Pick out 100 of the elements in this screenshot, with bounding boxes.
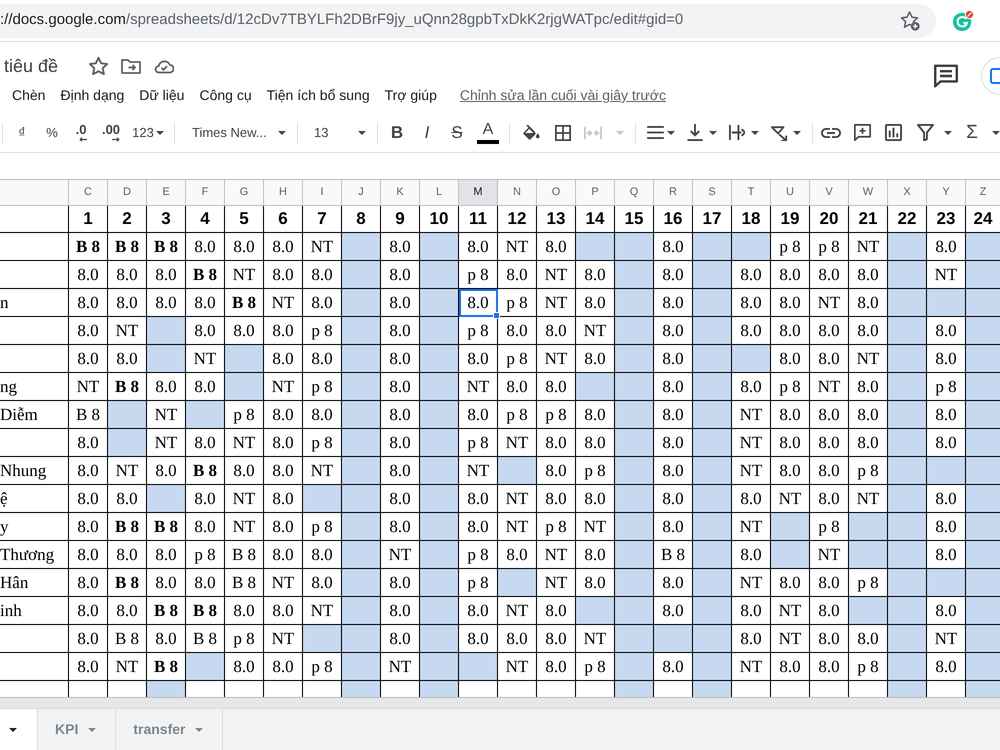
font-size-dropdown[interactable]: 13: [305, 118, 370, 146]
column-header[interactable]: Q: [615, 180, 654, 206]
column-header[interactable]: U: [771, 180, 810, 206]
menu-item[interactable]: Chèn: [12, 85, 46, 105]
table-cell: 8.0: [69, 653, 108, 681]
table-cell: 8.0: [186, 485, 225, 513]
bold-button[interactable]: B: [385, 118, 409, 146]
header-cell: 10: [420, 206, 459, 233]
star-icon[interactable]: [89, 56, 108, 76]
table-cell: p 8: [303, 429, 342, 457]
menu-item[interactable]: Trợ giúp: [384, 85, 437, 105]
functions-button[interactable]: Σ: [960, 122, 1000, 144]
column-header[interactable]: N: [498, 180, 537, 206]
shaded-cell: [576, 233, 615, 261]
shaded-cell: [693, 485, 732, 513]
column-header[interactable]: M: [459, 180, 498, 206]
column-header[interactable]: I: [303, 180, 342, 206]
table-cell: [0, 233, 69, 261]
table-cell: NT: [225, 485, 264, 513]
column-header[interactable]: C: [69, 180, 108, 206]
column-header[interactable]: J: [342, 180, 381, 206]
table-cell: 8.0: [225, 653, 264, 681]
table-cell: 8.0: [654, 345, 693, 373]
borders-icon[interactable]: [555, 124, 571, 140]
extension-icon[interactable]: [952, 10, 974, 32]
shaded-cell: [342, 261, 381, 289]
column-header[interactable]: P: [576, 180, 615, 206]
shaded-cell: [420, 653, 459, 681]
column-header[interactable]: R: [654, 180, 693, 206]
increase-decimal-button[interactable]: .00: [97, 118, 125, 146]
document-title[interactable]: tiêu đề: [4, 54, 58, 78]
horizontal-scrollbar[interactable]: [0, 697, 1000, 708]
table-cell: 8.0: [186, 289, 225, 317]
caret-icon: [793, 130, 801, 134]
text-rotation-button[interactable]: [768, 124, 801, 140]
address-bar[interactable]: ://docs.google.com/spreadsheets/d/12cDv7TBYLFh2DBrF9jy_uQnn28gpbTxDkK2rjgWATpc/edit#gid=0: [0, 4, 936, 38]
table-cell: 8.0: [927, 653, 966, 681]
percent-format-button[interactable]: %: [40, 118, 64, 146]
menu-item[interactable]: Định dạng: [60, 85, 124, 105]
currency-format-button[interactable]: ₫: [10, 118, 34, 146]
column-header[interactable]: L: [420, 180, 459, 206]
column-header[interactable]: T: [732, 180, 771, 206]
column-header[interactable]: G: [225, 180, 264, 206]
cloud-check-icon[interactable]: [154, 58, 174, 74]
table-cell: 8.0: [69, 569, 108, 597]
table-cell: NT: [498, 485, 537, 513]
shaded-cell: [303, 625, 342, 653]
menu-item[interactable]: Dữ liệu: [139, 85, 184, 105]
shaded-cell: [576, 597, 615, 625]
menu-item[interactable]: Tiện ích bổ sung: [266, 85, 370, 105]
column-header[interactable]: E: [147, 180, 186, 206]
column-header[interactable]: D: [108, 180, 147, 206]
table-cell: NT: [537, 261, 576, 289]
folder-arrow-icon[interactable]: [121, 58, 142, 74]
table-cell: NT: [303, 233, 342, 261]
column-header[interactable]: F: [186, 180, 225, 206]
shaded-cell: [576, 373, 615, 401]
star-plus-icon[interactable]: [900, 10, 920, 30]
column-header[interactable]: Y: [927, 180, 966, 206]
column-header[interactable]: K: [381, 180, 420, 206]
link-icon[interactable]: [821, 128, 841, 138]
table-cell: Diễm: [0, 401, 69, 429]
table-cell: p 8: [498, 345, 537, 373]
column-header[interactable]: Z: [966, 180, 1000, 206]
shaded-cell: [420, 261, 459, 289]
table-cell: 8.0: [459, 233, 498, 261]
panel-button[interactable]: [981, 56, 1000, 94]
table-cell: 8.0: [771, 457, 810, 485]
column-header[interactable]: W: [849, 180, 888, 206]
shaded-cell: [342, 373, 381, 401]
table-cell: p 8: [459, 317, 498, 345]
fill-handle[interactable]: [493, 312, 500, 319]
paint-bucket-icon[interactable]: [522, 125, 540, 140]
shaded-cell: [888, 317, 927, 345]
last-edit-link[interactable]: Chỉnh sửa lần cuối vài giây trước: [460, 85, 666, 105]
column-header[interactable]: O: [537, 180, 576, 206]
table-cell: p 8: [186, 541, 225, 569]
number-format-button[interactable]: 123: [130, 118, 166, 146]
comment-icon[interactable]: [934, 64, 958, 88]
strikethrough-button[interactable]: S: [445, 118, 469, 146]
italic-button[interactable]: I: [415, 118, 439, 146]
table-cell: B 8: [108, 233, 147, 261]
text-wrap-button[interactable]: [726, 124, 759, 141]
column-header[interactable]: V: [810, 180, 849, 206]
add-comment-icon[interactable]: [854, 124, 870, 141]
header-cell: 4: [186, 206, 225, 233]
decrease-decimal-button[interactable]: .0: [68, 118, 94, 146]
font-dropdown[interactable]: Times New...: [183, 118, 290, 146]
table-cell: 8.0: [576, 485, 615, 513]
menu-item[interactable]: Công cụ: [199, 85, 252, 105]
table-cell: 8.0: [381, 401, 420, 429]
table-cell: NT: [810, 373, 849, 401]
chart-icon[interactable]: [884, 124, 902, 141]
shaded-cell: [966, 541, 1000, 569]
table-cell: 8.0: [459, 401, 498, 429]
column-header[interactable]: X: [888, 180, 927, 206]
column-header[interactable]: H: [264, 180, 303, 206]
column-header[interactable]: S: [693, 180, 732, 206]
horizontal-align-button[interactable]: [644, 126, 675, 139]
text-color-button[interactable]: A: [476, 118, 500, 148]
